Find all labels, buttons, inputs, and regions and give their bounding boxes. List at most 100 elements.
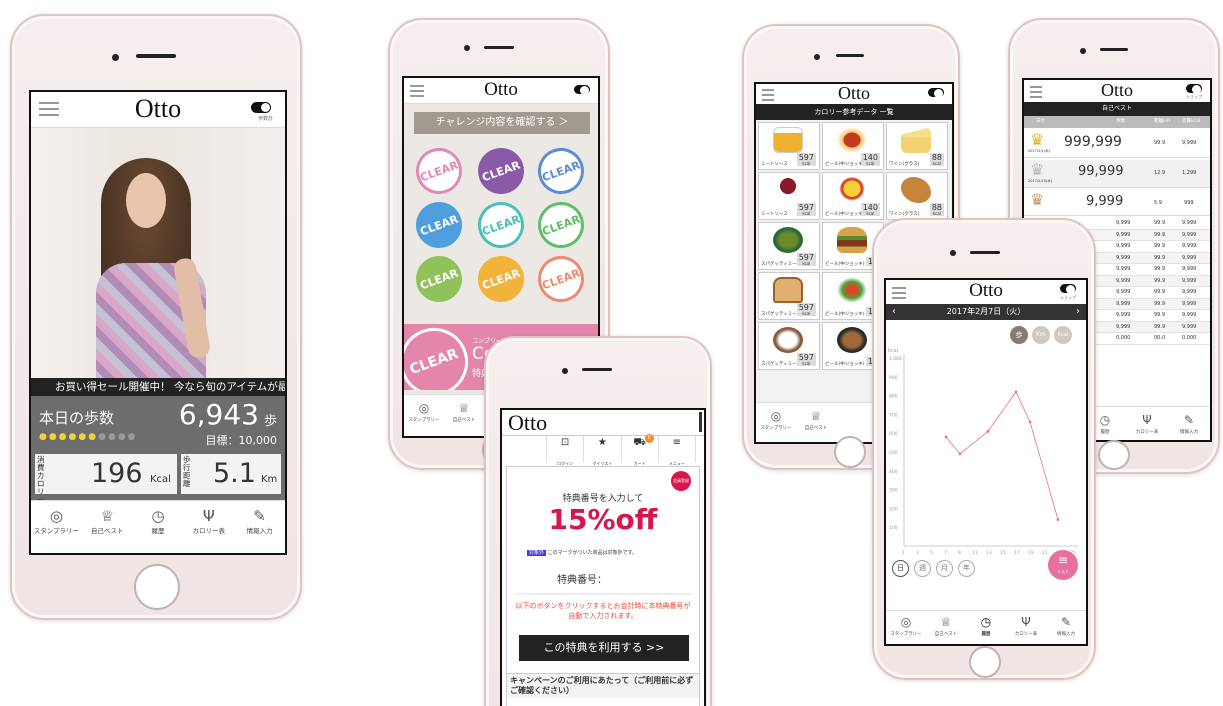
tab-info-input[interactable]: ✎ 情報入力 bbox=[234, 507, 285, 553]
pedometer-toggle[interactable] bbox=[928, 88, 944, 98]
best-rank-1: ♛ 2017/2/1(水) 999,999 99.9 9,999 bbox=[1024, 130, 1210, 158]
challenge-button[interactable]: チャレンジ内容を確認する ＞ bbox=[414, 112, 590, 134]
login-button[interactable]: ⊡ ログイン bbox=[546, 436, 583, 466]
tab-history[interactable]: ◷ 履歴 bbox=[966, 613, 1006, 644]
tab-personal-best[interactable]: ♕ 自己ベスト bbox=[82, 507, 133, 553]
tab-stamp-rally[interactable]: ◎ スタンプラリー bbox=[31, 507, 82, 553]
calorie-cell[interactable]: スパゲッティミートソース 597 kcal bbox=[758, 272, 820, 320]
list-button[interactable]: ≡ リスト bbox=[1048, 550, 1078, 580]
camera bbox=[464, 45, 470, 51]
metric-step-button[interactable]: 歩 bbox=[1010, 326, 1028, 344]
hamburger-menu-icon[interactable] bbox=[892, 287, 906, 303]
period-year-button[interactable]: 年 bbox=[958, 560, 975, 577]
stamp-clear-7[interactable]: CLEAR bbox=[409, 249, 469, 309]
tab-calorie-table[interactable]: Ψ カロリー表 bbox=[1006, 613, 1046, 644]
y-tick-label: 100 bbox=[889, 525, 898, 531]
metric-kcal-button[interactable]: Kcal bbox=[1054, 326, 1072, 344]
tab-calorie-table[interactable]: Ψ カロリー表 bbox=[183, 507, 234, 553]
tab-personal-best[interactable]: ♕ 自己ベスト bbox=[796, 407, 836, 442]
rice-icon bbox=[773, 327, 803, 353]
distance-label: 歩行距離 bbox=[183, 455, 191, 488]
calorie-cell[interactable]: ビール(中ジョッキ) 140 kcal bbox=[822, 172, 884, 220]
next-day-chevron-icon[interactable]: › bbox=[1076, 304, 1080, 320]
sale-banner[interactable]: お買い得セール開催中！ 今なら旬のアイテムが最 bbox=[31, 378, 285, 396]
menu-button[interactable]: ≡ メニュー bbox=[657, 436, 696, 466]
tab-stamp-rally[interactable]: ◎ スタンプラリー bbox=[756, 407, 796, 442]
big-clear-stamp: CLEAR bbox=[404, 324, 478, 390]
tab-info-input[interactable]: ✎ 情報入力 bbox=[1046, 613, 1086, 644]
tab-personal-best[interactable]: ♕ 自己ベスト bbox=[444, 399, 484, 436]
camera bbox=[112, 54, 119, 61]
hamburger-menu-icon[interactable] bbox=[39, 102, 59, 120]
calorie-cell[interactable]: ビール(中ジョッキ) 140 kcal bbox=[822, 122, 884, 170]
y-tick-label: 700 bbox=[889, 412, 898, 418]
home-button[interactable] bbox=[134, 564, 180, 610]
auto-input-notice: 以下のボタンをクリックするとお会計時に本特典番号が自動で入力されます。 bbox=[515, 602, 691, 620]
speaker bbox=[836, 54, 864, 57]
y-tick-label: 600 bbox=[889, 431, 898, 437]
campaign-title: キャンペーンのご利用にあたって（ご利用前に必ずご確認ください） bbox=[507, 673, 699, 698]
period-week-button[interactable]: 週 bbox=[914, 560, 931, 577]
use-coupon-button[interactable]: この特典を利用する >> bbox=[519, 635, 689, 661]
home-button[interactable] bbox=[834, 436, 866, 468]
calorie-cell[interactable]: スパゲッティミートソース 597 kcal bbox=[758, 322, 820, 370]
calorie-cell[interactable]: ミートソース 597 kcal bbox=[758, 172, 820, 220]
period-month-button[interactable]: 月 bbox=[936, 560, 953, 577]
star-icon: ★ bbox=[597, 437, 607, 448]
home-button[interactable] bbox=[969, 646, 1001, 678]
prev-day-chevron-icon[interactable]: ‹ bbox=[892, 304, 896, 320]
stamp-clear-5[interactable]: CLEAR bbox=[471, 195, 531, 255]
calorie-cell[interactable]: ワイン(グラス) 88 kcal bbox=[886, 122, 948, 170]
x-tick-label: 21 bbox=[1042, 550, 1048, 556]
x-tick-label: 9 bbox=[958, 550, 961, 556]
stamp-clear-1[interactable]: CLEAR bbox=[409, 141, 469, 201]
fork-knife-icon: Ψ bbox=[202, 507, 215, 525]
y-tick-label: 1,000 bbox=[889, 356, 902, 362]
best-title: 自己ベスト bbox=[1024, 102, 1210, 116]
calorie-cell[interactable]: ミートソース 597 kcal bbox=[758, 122, 820, 170]
fork-knife-icon: Ψ bbox=[1021, 615, 1031, 629]
hamburger-menu-icon[interactable] bbox=[410, 85, 424, 101]
camera bbox=[562, 368, 568, 374]
calorie-cell[interactable]: ワイン(グラス) 88 kcal bbox=[886, 172, 948, 220]
scrollbar[interactable] bbox=[699, 412, 702, 432]
cart-button[interactable]: ⛟ カート 0 bbox=[620, 434, 658, 466]
home-button[interactable] bbox=[1098, 440, 1130, 470]
tab-personal-best[interactable]: ♕ 自己ベスト bbox=[926, 613, 966, 644]
stamp-clear-9[interactable]: CLEAR bbox=[531, 249, 591, 309]
hamburger-menu-icon[interactable] bbox=[1030, 86, 1042, 102]
stamp-clear-2[interactable]: CLEAR bbox=[471, 141, 531, 201]
hamburger-menu-icon[interactable] bbox=[762, 89, 774, 105]
shop-toggle[interactable] bbox=[1186, 84, 1202, 94]
calorie-unit: Kcal bbox=[150, 474, 171, 485]
steps-unit: 歩 bbox=[263, 414, 277, 429]
top-bar: Otto 歩数計 bbox=[31, 92, 285, 128]
mylist-button[interactable]: ★ マイリスト bbox=[583, 436, 620, 466]
calorie-cell[interactable]: スパゲッティミートソース 597 kcal bbox=[758, 222, 820, 270]
tab-info-input[interactable]: ✎ 情報入力 bbox=[1168, 411, 1210, 440]
stamp-clear-8[interactable]: CLEAR bbox=[471, 249, 531, 309]
tab-stamp-rally[interactable]: ◎ スタンプラリー bbox=[404, 399, 444, 436]
pasta-icon bbox=[837, 127, 867, 153]
x-tick-label: 15 bbox=[1000, 550, 1006, 556]
code-input[interactable] bbox=[515, 593, 691, 595]
pedometer-toggle[interactable] bbox=[251, 102, 271, 113]
period-day-button[interactable]: 日 bbox=[892, 560, 909, 577]
crown-icon: ♕ bbox=[940, 615, 952, 629]
shop-toggle[interactable] bbox=[1060, 284, 1076, 294]
pedometer-toggle[interactable] bbox=[574, 85, 590, 95]
x-tick-label: 3 bbox=[916, 550, 919, 556]
gold-crown-icon: ♛ bbox=[1030, 130, 1045, 149]
ramen-icon bbox=[837, 327, 867, 353]
data-point bbox=[1014, 390, 1018, 394]
stamp-clear-3[interactable]: CLEAR bbox=[531, 141, 591, 201]
tab-history[interactable]: ◷ 履歴 bbox=[133, 507, 184, 553]
mark-note: このマークがついた商品は対象外です。 bbox=[547, 550, 638, 556]
stamp-clear-6[interactable]: CLEAR bbox=[531, 195, 591, 255]
tab-stamp-rally[interactable]: ◎ スタンプラリー bbox=[886, 613, 926, 644]
stamp-clear-4[interactable]: CLEAR bbox=[409, 195, 469, 255]
tab-calorie-table[interactable]: Ψ カロリー表 bbox=[1126, 411, 1168, 440]
metric-km-button[interactable]: Km bbox=[1032, 326, 1050, 344]
calorie-list-title: カロリー参考データ 一覧 bbox=[756, 104, 952, 120]
data-point bbox=[958, 452, 962, 456]
